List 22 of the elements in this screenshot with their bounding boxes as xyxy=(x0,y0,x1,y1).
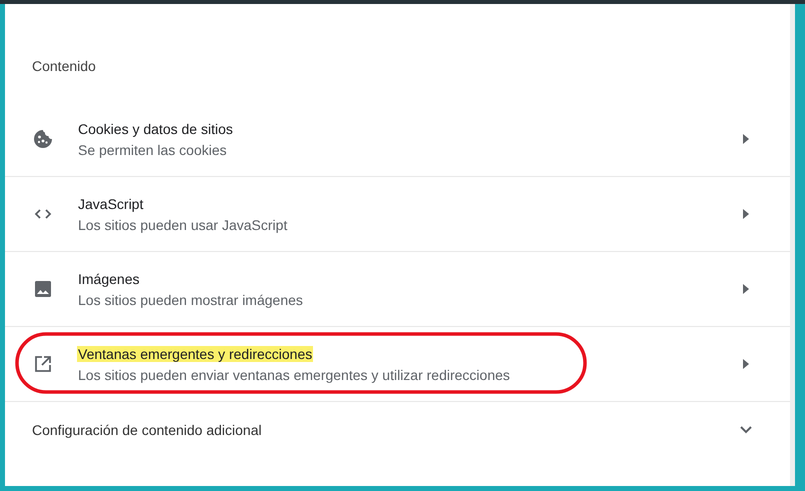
row-title: Imágenes xyxy=(78,270,140,286)
caret-right-icon xyxy=(742,359,750,369)
caret-right-icon xyxy=(742,284,750,294)
row-description: Los sitios pueden enviar ventanas emergentes y utilizar redirecciones xyxy=(78,366,511,382)
row-title: JavaScript xyxy=(78,196,144,212)
row-description: Se permiten las cookies xyxy=(78,142,228,158)
additional-settings-row[interactable]: Configuración de contenido adicional xyxy=(5,402,790,458)
settings-row[interactable]: JavaScript Los sitios pueden usar JavaScript xyxy=(5,177,790,252)
row-description: Los sitios pueden mostrar imágenes xyxy=(78,292,304,308)
caret-right-icon xyxy=(742,209,750,219)
settings-row[interactable]: Cookies y datos de sitios Se permiten las cookies xyxy=(5,102,790,177)
open-in-new-icon xyxy=(32,354,52,374)
row-title: Cookies y datos de sitios xyxy=(78,120,233,136)
row-title: Ventanas emergentes y redirecciones xyxy=(77,346,314,362)
settings-row[interactable]: Ventanas emergentes y redirecciones Los sitios pueden enviar ventanas emergentes y utilizar redirecciones xyxy=(5,327,790,402)
row-title: Configuración de contenido adicional xyxy=(32,422,263,438)
section-heading: Contenido xyxy=(31,57,97,76)
image-icon xyxy=(32,279,52,299)
settings-row[interactable]: Imágenes Los sitios pueden mostrar imágenes xyxy=(5,252,790,327)
cookie-icon xyxy=(32,129,52,149)
caret-right-icon xyxy=(742,134,750,144)
row-description: Los sitios pueden usar JavaScript xyxy=(78,216,288,232)
